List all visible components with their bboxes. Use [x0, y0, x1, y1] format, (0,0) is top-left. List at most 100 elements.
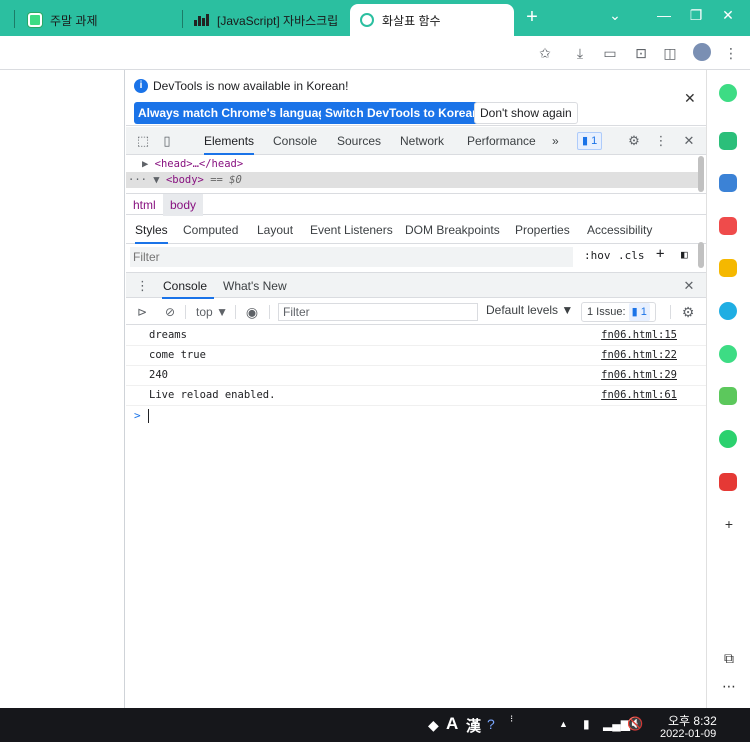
tab-layout[interactable]: Layout [257, 216, 293, 244]
kebab-menu-icon[interactable]: ⋮ [654, 132, 668, 150]
signal-icon[interactable]: ▂▄▆ [603, 717, 630, 731]
close-window-button[interactable]: ✕ [715, 4, 741, 28]
tab-performance[interactable]: Performance [467, 127, 536, 155]
more-horizontal-icon[interactable]: ⋯ [719, 676, 739, 696]
eye-icon[interactable]: ◉ [243, 303, 261, 321]
inspect-element-icon[interactable]: ⬚ [135, 132, 151, 150]
close-icon[interactable]: ✕ [684, 90, 696, 107]
screen-cast-icon[interactable]: ▭ [600, 43, 620, 63]
tab-event-listeners[interactable]: Event Listeners [310, 216, 393, 244]
console-source-link[interactable]: fn06.html:61 [601, 389, 677, 401]
tab-computed[interactable]: Computed [183, 216, 238, 244]
hov-toggle[interactable]: :hov [584, 249, 611, 262]
cls-toggle[interactable]: .cls [618, 249, 645, 262]
tab-network[interactable]: Network [400, 127, 444, 155]
play-app-icon[interactable] [719, 345, 737, 363]
device-toolbar-icon[interactable]: ▯ [159, 132, 175, 150]
tab-console[interactable]: Console [273, 127, 317, 155]
tab-title: 주말 과제 [50, 13, 98, 28]
clear-console-icon[interactable]: ⊘ [162, 303, 178, 321]
switch-korean-button[interactable]: Switch DevTools to Korean [321, 102, 484, 124]
chevron-up-icon[interactable]: ▲ [559, 719, 568, 729]
minimize-button[interactable]: — [651, 4, 677, 28]
tab-accessibility[interactable]: Accessibility [587, 216, 652, 244]
tab-arrow-function[interactable]: 화살표 함수 [350, 4, 514, 36]
tab-search-button[interactable]: ⌄ [602, 4, 628, 28]
tab-dom-breakpoints[interactable]: DOM Breakpoints [405, 216, 500, 244]
green-circle-app-icon[interactable] [719, 84, 737, 102]
toolbar-divider [235, 305, 236, 319]
devtools-main-tabs: ⬚ ▯ Elements Console Sources Network Per… [126, 127, 706, 155]
clock-time[interactable]: 오후 8:32 [668, 712, 717, 729]
game-app-icon[interactable] [719, 387, 737, 405]
show-sidebar-icon[interactable]: ⊳ [134, 303, 150, 321]
dom-node-body[interactable]: ··· ▼ <body> == $0 [126, 172, 698, 188]
infobar-message: DevTools is now available in Korean! [153, 79, 349, 93]
extensions-star-icon[interactable]: ✩ [535, 43, 555, 63]
side-panel-icon[interactable]: ◫ [660, 43, 680, 63]
drawer-tab-console[interactable]: Console [162, 273, 214, 299]
issues-pill[interactable]: 1 Issue: ▮ 1 [581, 302, 656, 322]
console-toolbar: ⊳ ⊘ top ▼ ◉ Filter Default levels ▼ 1 Is… [126, 299, 706, 325]
console-settings-gear-icon[interactable]: ⚙ [680, 303, 696, 321]
restore-button[interactable]: ❐ [683, 4, 709, 28]
screenshot-icon[interactable]: ⊡ [631, 43, 651, 63]
drawer-menu-icon[interactable]: ⋮ [136, 277, 149, 295]
ime-alpha[interactable]: A [446, 714, 458, 734]
new-tab-button[interactable]: + [520, 6, 544, 30]
toolbar-divider [670, 305, 671, 319]
calendar-app-icon[interactable] [719, 174, 737, 192]
green-square-app-icon[interactable] [719, 430, 737, 448]
tab-javascript[interactable]: [JavaScript] 자바스크립 [184, 4, 346, 36]
console-source-link[interactable]: fn06.html:15 [601, 329, 677, 341]
close-drawer-icon[interactable]: ✕ [682, 277, 696, 295]
dom-scrollbar[interactable] [698, 156, 704, 192]
volume-muted-icon[interactable]: 🔇 [627, 716, 643, 732]
breadcrumb-body[interactable]: body [163, 194, 204, 216]
drawer-tab-whats-new[interactable]: What's New [223, 273, 287, 299]
dom-tree: ▶ <head>…</head> ··· ▼ <body> == $0 [126, 156, 706, 192]
tab-styles[interactable]: Styles [135, 216, 168, 244]
external-link-icon[interactable]: ⧉ [719, 648, 739, 668]
close-devtools-icon[interactable]: ✕ [682, 132, 696, 150]
console-filter-input[interactable]: Filter [278, 303, 478, 321]
ime-hanja[interactable]: 漢 [466, 715, 481, 736]
dont-show-again-button[interactable]: Don't show again [474, 102, 578, 124]
profile-avatar[interactable] [693, 43, 711, 61]
styles-scrollbar[interactable] [698, 242, 704, 268]
add-app-icon[interactable]: + [719, 514, 739, 534]
dom-node-head[interactable]: ▶ <head>…</head> [126, 156, 698, 172]
ime-mode-icon[interactable]: ◆ [428, 717, 439, 734]
clock-date[interactable]: 2022-01-09 [660, 728, 716, 740]
download-icon[interactable]: ⤓ [570, 43, 590, 63]
ime-settings-icon[interactable]: ⁝ [510, 714, 513, 725]
now-app-icon[interactable] [719, 473, 737, 491]
tab-elements[interactable]: Elements [204, 127, 255, 155]
edge-app-icon[interactable] [719, 302, 737, 320]
tab-weekend-homework[interactable]: 주말 과제 [18, 4, 180, 36]
more-tabs-button[interactable]: » [552, 127, 559, 155]
battery-icon[interactable]: ▮ [583, 717, 590, 731]
more-menu-icon[interactable]: ⋮ [721, 43, 741, 63]
pocket-app-icon[interactable] [719, 217, 737, 235]
gear-icon[interactable]: ⚙ [626, 132, 642, 150]
console-source-link[interactable]: fn06.html:29 [601, 369, 677, 381]
log-levels-dropdown[interactable]: Default levels ▼ [486, 303, 573, 317]
breadcrumb-html[interactable]: html [126, 194, 163, 216]
console-message: 240 [149, 369, 168, 381]
help-icon[interactable]: ? [487, 716, 495, 732]
chat-app-icon[interactable] [719, 132, 737, 150]
new-rule-icon[interactable]: + [656, 246, 664, 262]
context-select[interactable]: top ▼ [194, 303, 230, 321]
toggle-sidebar-icon[interactable]: ◧ [681, 248, 688, 261]
console-source-link[interactable]: fn06.html:22 [601, 349, 677, 361]
match-language-button[interactable]: Always match Chrome's language [134, 102, 337, 124]
drawer-tabbar: ⋮ Console What's New ✕ [126, 272, 706, 299]
issues-badge[interactable]: ▮ 1 [577, 132, 603, 150]
styles-filter-input[interactable] [130, 247, 573, 267]
tab-sources[interactable]: Sources [337, 127, 381, 155]
tab-properties[interactable]: Properties [515, 216, 570, 244]
console-prompt[interactable]: > [126, 406, 706, 426]
styles-subtabs: Styles Computed Layout Event Listeners D… [126, 216, 706, 244]
star-app-icon[interactable] [719, 259, 737, 277]
